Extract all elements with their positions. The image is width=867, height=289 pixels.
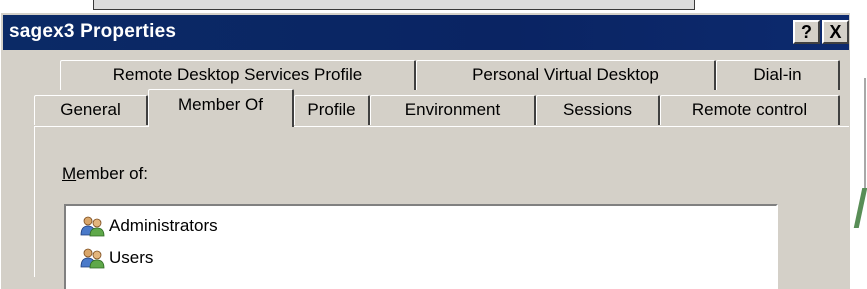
tab-label: Dial-in — [753, 65, 802, 84]
tab-label: General — [60, 100, 121, 119]
title-bar[interactable]: sagex3 Properties ? X — [3, 15, 849, 50]
tab-label: Sessions — [563, 100, 632, 119]
tab-profile[interactable]: Profile — [294, 95, 370, 125]
tab-remote-desktop-services-profile[interactable]: Remote Desktop Services Profile — [60, 60, 416, 90]
close-button[interactable]: X — [822, 20, 849, 44]
tab-label: Remote Desktop Services Profile — [112, 65, 363, 84]
tab-label: Remote control — [691, 100, 808, 119]
tab-remote-control[interactable]: Remote control — [660, 95, 840, 125]
list-item[interactable]: Administrators — [80, 214, 218, 238]
tab-sessions[interactable]: Sessions — [536, 95, 660, 125]
list-item-label: Users — [109, 248, 154, 267]
tab-label: Environment — [404, 100, 501, 119]
help-button[interactable]: ? — [793, 20, 820, 44]
user-group-icon — [80, 247, 106, 269]
label-accesskey: M — [62, 164, 77, 183]
list-item[interactable]: Users — [80, 246, 153, 270]
background-window — [93, 0, 695, 10]
member-of-label: Member of: — [62, 164, 148, 184]
list-item-label: Administrators — [109, 216, 218, 235]
label-text: ember of: — [76, 164, 148, 183]
member-of-listbox[interactable]: Administrators Users — [64, 204, 778, 289]
tab-environment[interactable]: Environment — [370, 95, 536, 125]
tab-label: Profile — [307, 100, 356, 119]
tab-dial-in[interactable]: Dial-in — [716, 60, 840, 90]
tab-member-of[interactable]: Member Of — [148, 89, 294, 127]
user-group-icon — [80, 215, 106, 237]
tab-label: Personal Virtual Desktop — [472, 65, 659, 84]
tab-personal-virtual-desktop[interactable]: Personal Virtual Desktop — [416, 60, 716, 90]
background-edge — [864, 78, 866, 188]
tab-label: Member Of — [177, 95, 264, 114]
tab-general[interactable]: General — [34, 95, 148, 125]
window-title: sagex3 Properties — [9, 21, 177, 42]
